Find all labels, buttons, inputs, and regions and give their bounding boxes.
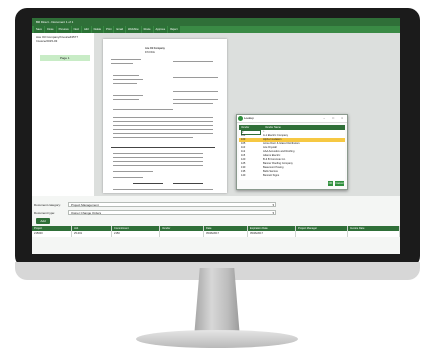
grid-cell[interactable]: 05/26/2017 <box>204 231 248 237</box>
maximize-icon[interactable]: □ <box>332 115 334 122</box>
grid-cell[interactable]: 2150 <box>112 231 160 237</box>
lookup-vendor-name: Bennett Signs <box>263 174 280 177</box>
dialog-titlebar: Lookup – □ × <box>237 115 347 123</box>
invoice-page: Ace Oil Company INVOICE <box>103 39 227 193</box>
chevron-down-icon: ▾ <box>272 203 274 207</box>
tree-item-page[interactable]: Page 1 <box>40 55 90 61</box>
grid-cell[interactable] <box>296 231 348 237</box>
document-tree-header[interactable]: Ace Oil Company/Invoice#4577 Invoice/201… <box>32 33 94 45</box>
lookup-dialog: Lookup – □ × Vendor Vendor Name 2 ⌕ 101 A… <box>236 114 348 190</box>
category-value: Project Management <box>71 203 99 207</box>
ribbon-button[interactable]: Delete <box>91 26 104 33</box>
ribbon-button[interactable]: Next <box>71 26 81 33</box>
index-panel: Document category: Project Management ▾ … <box>32 196 400 254</box>
grid-row[interactable]: 215000 25-001 2150 05/26/2017 05/26/2017 <box>32 231 400 237</box>
close-icon[interactable]: × <box>341 115 343 122</box>
invoice-type: INVOICE <box>145 51 155 54</box>
type-select[interactable]: Owner Change Orders ▾ <box>68 210 276 215</box>
lookup-row[interactable]: 140 Bennett Signs <box>239 174 345 178</box>
cancel-button[interactable]: Cancel <box>335 181 344 186</box>
ribbon-button[interactable]: Reject <box>168 26 180 33</box>
window-title: Bill Direct - Document 1 of 1 <box>32 18 400 26</box>
ribbon-toolbar: Save Close Previous Next Add Delete Print Email… <box>32 26 400 33</box>
add-button[interactable]: Add <box>36 218 50 224</box>
minimize-icon[interactable]: – <box>323 115 325 122</box>
grid-cell[interactable]: 05/26/2017 <box>248 231 296 237</box>
dialog-title: Lookup <box>244 116 254 120</box>
type-value: Owner Change Orders <box>71 211 102 215</box>
chevron-down-icon: ▾ <box>272 211 274 215</box>
lookup-list: 2 ⌕ 101 A-1 Electric Company 103 Alpha Insu… <box>239 130 345 180</box>
lookup-vendor-id: 140 <box>241 174 246 177</box>
ribbon-button[interactable]: Add <box>82 26 91 33</box>
dialog-buttons: OK Cancel <box>328 181 344 186</box>
ribbon-button[interactable]: Previous <box>56 26 71 33</box>
category-select[interactable]: Project Management ▾ <box>68 202 276 207</box>
lookup-col-name[interactable]: Vendor Name <box>265 125 281 130</box>
grid-cell[interactable]: 215000 <box>32 231 72 237</box>
app-logo-icon <box>238 116 243 121</box>
ribbon-button[interactable]: Close <box>44 26 56 33</box>
type-row: Document type: Owner Change Orders ▾ <box>34 210 276 215</box>
invoice-company: Ace Oil Company <box>145 47 165 50</box>
category-label: Document category: <box>34 202 61 207</box>
index-grid: Project Job Commitment Vendor Date Expiration… <box>32 226 400 237</box>
document-tree-pane: Ace Oil Company/Invoice#4577 Invoice/201… <box>32 33 95 196</box>
category-row: Document category: Project Management ▾ <box>34 202 276 207</box>
ribbon-button[interactable]: Save <box>34 26 44 33</box>
ribbon-button[interactable]: Workflow <box>125 26 141 33</box>
ribbon-button[interactable]: Print <box>104 26 114 33</box>
ribbon-button[interactable]: Approve <box>153 26 168 33</box>
grid-cell[interactable] <box>348 231 400 237</box>
ribbon-button[interactable]: Email <box>114 26 125 33</box>
grid-cell[interactable] <box>160 231 204 237</box>
type-label: Document type: <box>34 210 56 215</box>
ribbon-button[interactable]: Route <box>141 26 153 33</box>
app-screen: Bill Direct - Document 1 of 1 Save Close P… <box>32 18 400 254</box>
ok-button[interactable]: OK <box>328 181 333 186</box>
grid-cell[interactable]: 25-001 <box>72 231 112 237</box>
monitor-stand-base <box>136 330 298 348</box>
